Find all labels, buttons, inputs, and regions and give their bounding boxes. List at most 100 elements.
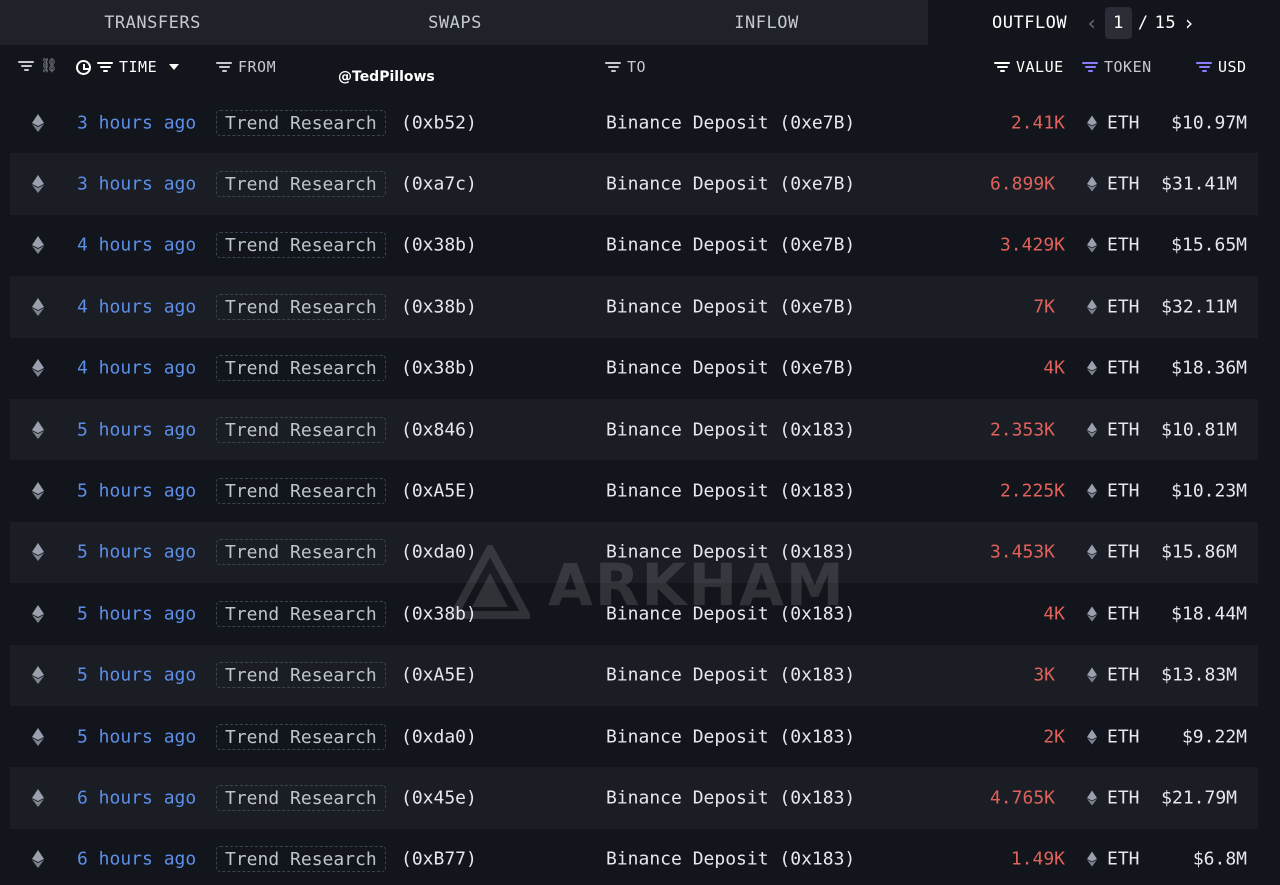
table-row[interactable]: 6 hours ago Trend Research (0xB77) Binance …	[0, 829, 1280, 885]
from-address[interactable]: (0xA5E)	[401, 481, 477, 502]
from-entity-tag[interactable]: Trend Research	[216, 662, 386, 689]
filter-icon[interactable]	[1196, 62, 1212, 72]
to-column-header[interactable]: TO	[605, 58, 646, 76]
from-entity-tag[interactable]: Trend Research	[216, 109, 386, 136]
to-entity[interactable]: Binance Deposit (0xe7B)	[606, 235, 855, 256]
token-symbol[interactable]: ETH	[1107, 358, 1140, 379]
token-symbol[interactable]: ETH	[1107, 603, 1140, 624]
to-entity[interactable]: Binance Deposit (0xe7B)	[606, 296, 855, 317]
from-column-header[interactable]: FROM	[216, 58, 276, 76]
from-address[interactable]: (0xb52)	[401, 112, 477, 133]
token-symbol[interactable]: ETH	[1107, 849, 1140, 870]
time-link[interactable]: 4 hours ago	[77, 235, 196, 256]
from-entity-tag[interactable]: Trend Research	[216, 478, 386, 505]
table-row[interactable]: 5 hours ago Trend Research (0xA5E) Binance …	[10, 644, 1258, 706]
from-address[interactable]: (0x45e)	[401, 787, 477, 808]
from-address[interactable]: (0x38b)	[401, 296, 477, 317]
tab-transfers[interactable]: TRANSFERS	[0, 0, 305, 45]
to-entity[interactable]: Binance Deposit (0x183)	[606, 419, 855, 440]
time-link[interactable]: 5 hours ago	[77, 419, 196, 440]
token-symbol[interactable]: ETH	[1107, 726, 1140, 747]
from-address[interactable]: (0xda0)	[401, 726, 477, 747]
filter-icon[interactable]	[216, 62, 232, 72]
from-entity-tag[interactable]: Trend Research	[216, 600, 386, 627]
token-symbol[interactable]: ETH	[1107, 174, 1140, 195]
to-entity[interactable]: Binance Deposit (0xe7B)	[606, 112, 855, 133]
to-entity[interactable]: Binance Deposit (0x183)	[606, 726, 855, 747]
value-column-header[interactable]: VALUE	[994, 58, 1064, 76]
chain-filter[interactable]: ⛓	[18, 58, 58, 74]
filter-icon[interactable]	[18, 61, 34, 71]
tab-swaps[interactable]: SWAPS	[305, 0, 605, 45]
token-column-header[interactable]: TOKEN	[1082, 58, 1152, 76]
from-address[interactable]: (0x38b)	[401, 603, 477, 624]
filter-icon[interactable]	[97, 62, 113, 72]
time-link[interactable]: 6 hours ago	[77, 849, 196, 870]
tab-outflow[interactable]: OUTFLOW ‹ 1 / 15 ›	[928, 0, 1280, 45]
from-entity-tag[interactable]: Trend Research	[216, 232, 386, 259]
time-link[interactable]: 5 hours ago	[77, 665, 196, 686]
time-link[interactable]: 4 hours ago	[77, 296, 196, 317]
from-entity-tag[interactable]: Trend Research	[216, 355, 386, 382]
time-link[interactable]: 5 hours ago	[77, 481, 196, 502]
filter-icon[interactable]	[1082, 62, 1098, 72]
token-symbol[interactable]: ETH	[1107, 419, 1140, 440]
usd-column-header[interactable]: USD	[1196, 58, 1247, 76]
token-symbol[interactable]: ETH	[1107, 542, 1140, 563]
from-entity-tag[interactable]: Trend Research	[216, 416, 386, 443]
table-row[interactable]: 6 hours ago Trend Research (0x45e) Binance …	[10, 767, 1258, 829]
chevron-left-icon[interactable]: ‹	[1085, 11, 1099, 35]
time-link[interactable]: 6 hours ago	[77, 787, 196, 808]
time-link[interactable]: 5 hours ago	[77, 726, 196, 747]
from-address[interactable]: (0xa7c)	[401, 174, 477, 195]
token-symbol[interactable]: ETH	[1107, 787, 1140, 808]
from-address[interactable]: (0x38b)	[401, 235, 477, 256]
from-address[interactable]: (0xda0)	[401, 542, 477, 563]
from-address[interactable]: (0x38b)	[401, 358, 477, 379]
table-row[interactable]: 5 hours ago Trend Research (0x846) Binance …	[10, 398, 1258, 461]
sort-down-icon[interactable]	[169, 64, 180, 70]
to-entity[interactable]: Binance Deposit (0xe7B)	[606, 358, 855, 379]
chevron-right-icon[interactable]: ›	[1182, 11, 1196, 35]
time-link[interactable]: 4 hours ago	[77, 358, 196, 379]
to-entity[interactable]: Binance Deposit (0x183)	[606, 481, 855, 502]
table-row[interactable]: 4 hours ago Trend Research (0x38b) Binance …	[0, 215, 1280, 276]
time-link[interactable]: 3 hours ago	[77, 112, 196, 133]
table-row[interactable]: 5 hours ago Trend Research (0xda0) Binance …	[10, 521, 1258, 584]
filter-icon[interactable]	[994, 62, 1010, 72]
to-entity[interactable]: Binance Deposit (0x183)	[606, 603, 855, 624]
table-row[interactable]: 5 hours ago Trend Research (0xda0) Binance …	[0, 706, 1280, 767]
filter-icon[interactable]	[605, 62, 621, 72]
token-symbol[interactable]: ETH	[1107, 112, 1140, 133]
table-row[interactable]: 4 hours ago Trend Research (0x38b) Binance …	[10, 276, 1258, 338]
from-address[interactable]: (0x846)	[401, 419, 477, 440]
to-entity[interactable]: Binance Deposit (0x183)	[606, 787, 855, 808]
current-page[interactable]: 1	[1105, 6, 1132, 39]
time-link[interactable]: 5 hours ago	[77, 542, 196, 563]
to-entity[interactable]: Binance Deposit (0x183)	[606, 665, 855, 686]
from-entity-tag[interactable]: Trend Research	[216, 539, 386, 566]
table-row[interactable]: 5 hours ago Trend Research (0xA5E) Binance …	[0, 460, 1280, 521]
to-entity[interactable]: Binance Deposit (0xe7B)	[606, 174, 855, 195]
link-icon[interactable]: ⛓	[40, 58, 58, 74]
table-row[interactable]: 3 hours ago Trend Research (0xb52) Binance …	[0, 92, 1280, 153]
table-row[interactable]: 3 hours ago Trend Research (0xa7c) Binance …	[10, 153, 1258, 215]
from-address[interactable]: (0xB77)	[401, 849, 477, 870]
to-entity[interactable]: Binance Deposit (0x183)	[606, 849, 855, 870]
to-entity[interactable]: Binance Deposit (0x183)	[606, 542, 855, 563]
from-entity-tag[interactable]: Trend Research	[216, 846, 386, 873]
from-address[interactable]: (0xA5E)	[401, 665, 477, 686]
tab-inflow[interactable]: INFLOW	[605, 0, 928, 45]
from-entity-tag[interactable]: Trend Research	[216, 293, 386, 320]
table-row[interactable]: 4 hours ago Trend Research (0x38b) Binance …	[0, 338, 1280, 399]
time-link[interactable]: 5 hours ago	[77, 603, 196, 624]
token-symbol[interactable]: ETH	[1107, 296, 1140, 317]
from-entity-tag[interactable]: Trend Research	[216, 171, 386, 198]
table-row[interactable]: 5 hours ago Trend Research (0x38b) Binance …	[0, 583, 1280, 644]
token-symbol[interactable]: ETH	[1107, 665, 1140, 686]
token-symbol[interactable]: ETH	[1107, 235, 1140, 256]
from-entity-tag[interactable]: Trend Research	[216, 784, 386, 811]
time-link[interactable]: 3 hours ago	[77, 174, 196, 195]
from-entity-tag[interactable]: Trend Research	[216, 723, 386, 750]
token-symbol[interactable]: ETH	[1107, 481, 1140, 502]
